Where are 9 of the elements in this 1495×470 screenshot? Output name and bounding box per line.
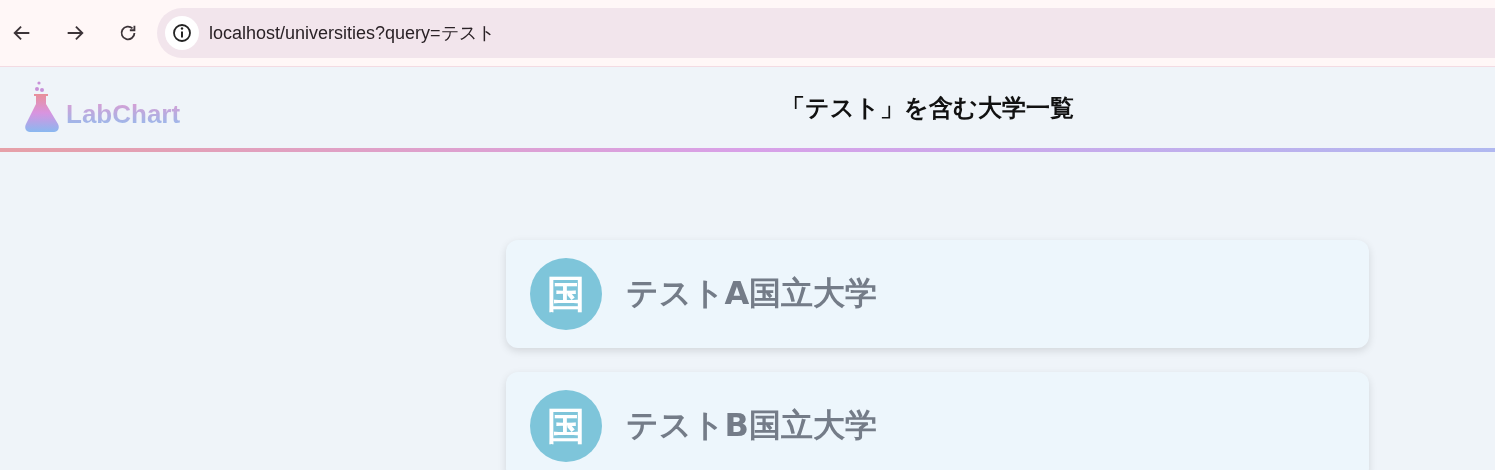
national-badge: 国 [529,258,602,330]
university-name: テストB国立大学 [625,405,877,446]
info-icon[interactable] [165,16,199,50]
page-title: 「テスト」を含む大学一覧 [781,92,1075,124]
address-bar[interactable]: localhost/universities?query=テスト [157,8,1495,58]
university-card[interactable]: 国 テストB国立大学 [505,372,1369,470]
national-badge: 国 [529,390,602,462]
university-card[interactable]: 国 テストA国立大学 [505,240,1369,348]
university-name: テストA国立大学 [625,273,878,314]
